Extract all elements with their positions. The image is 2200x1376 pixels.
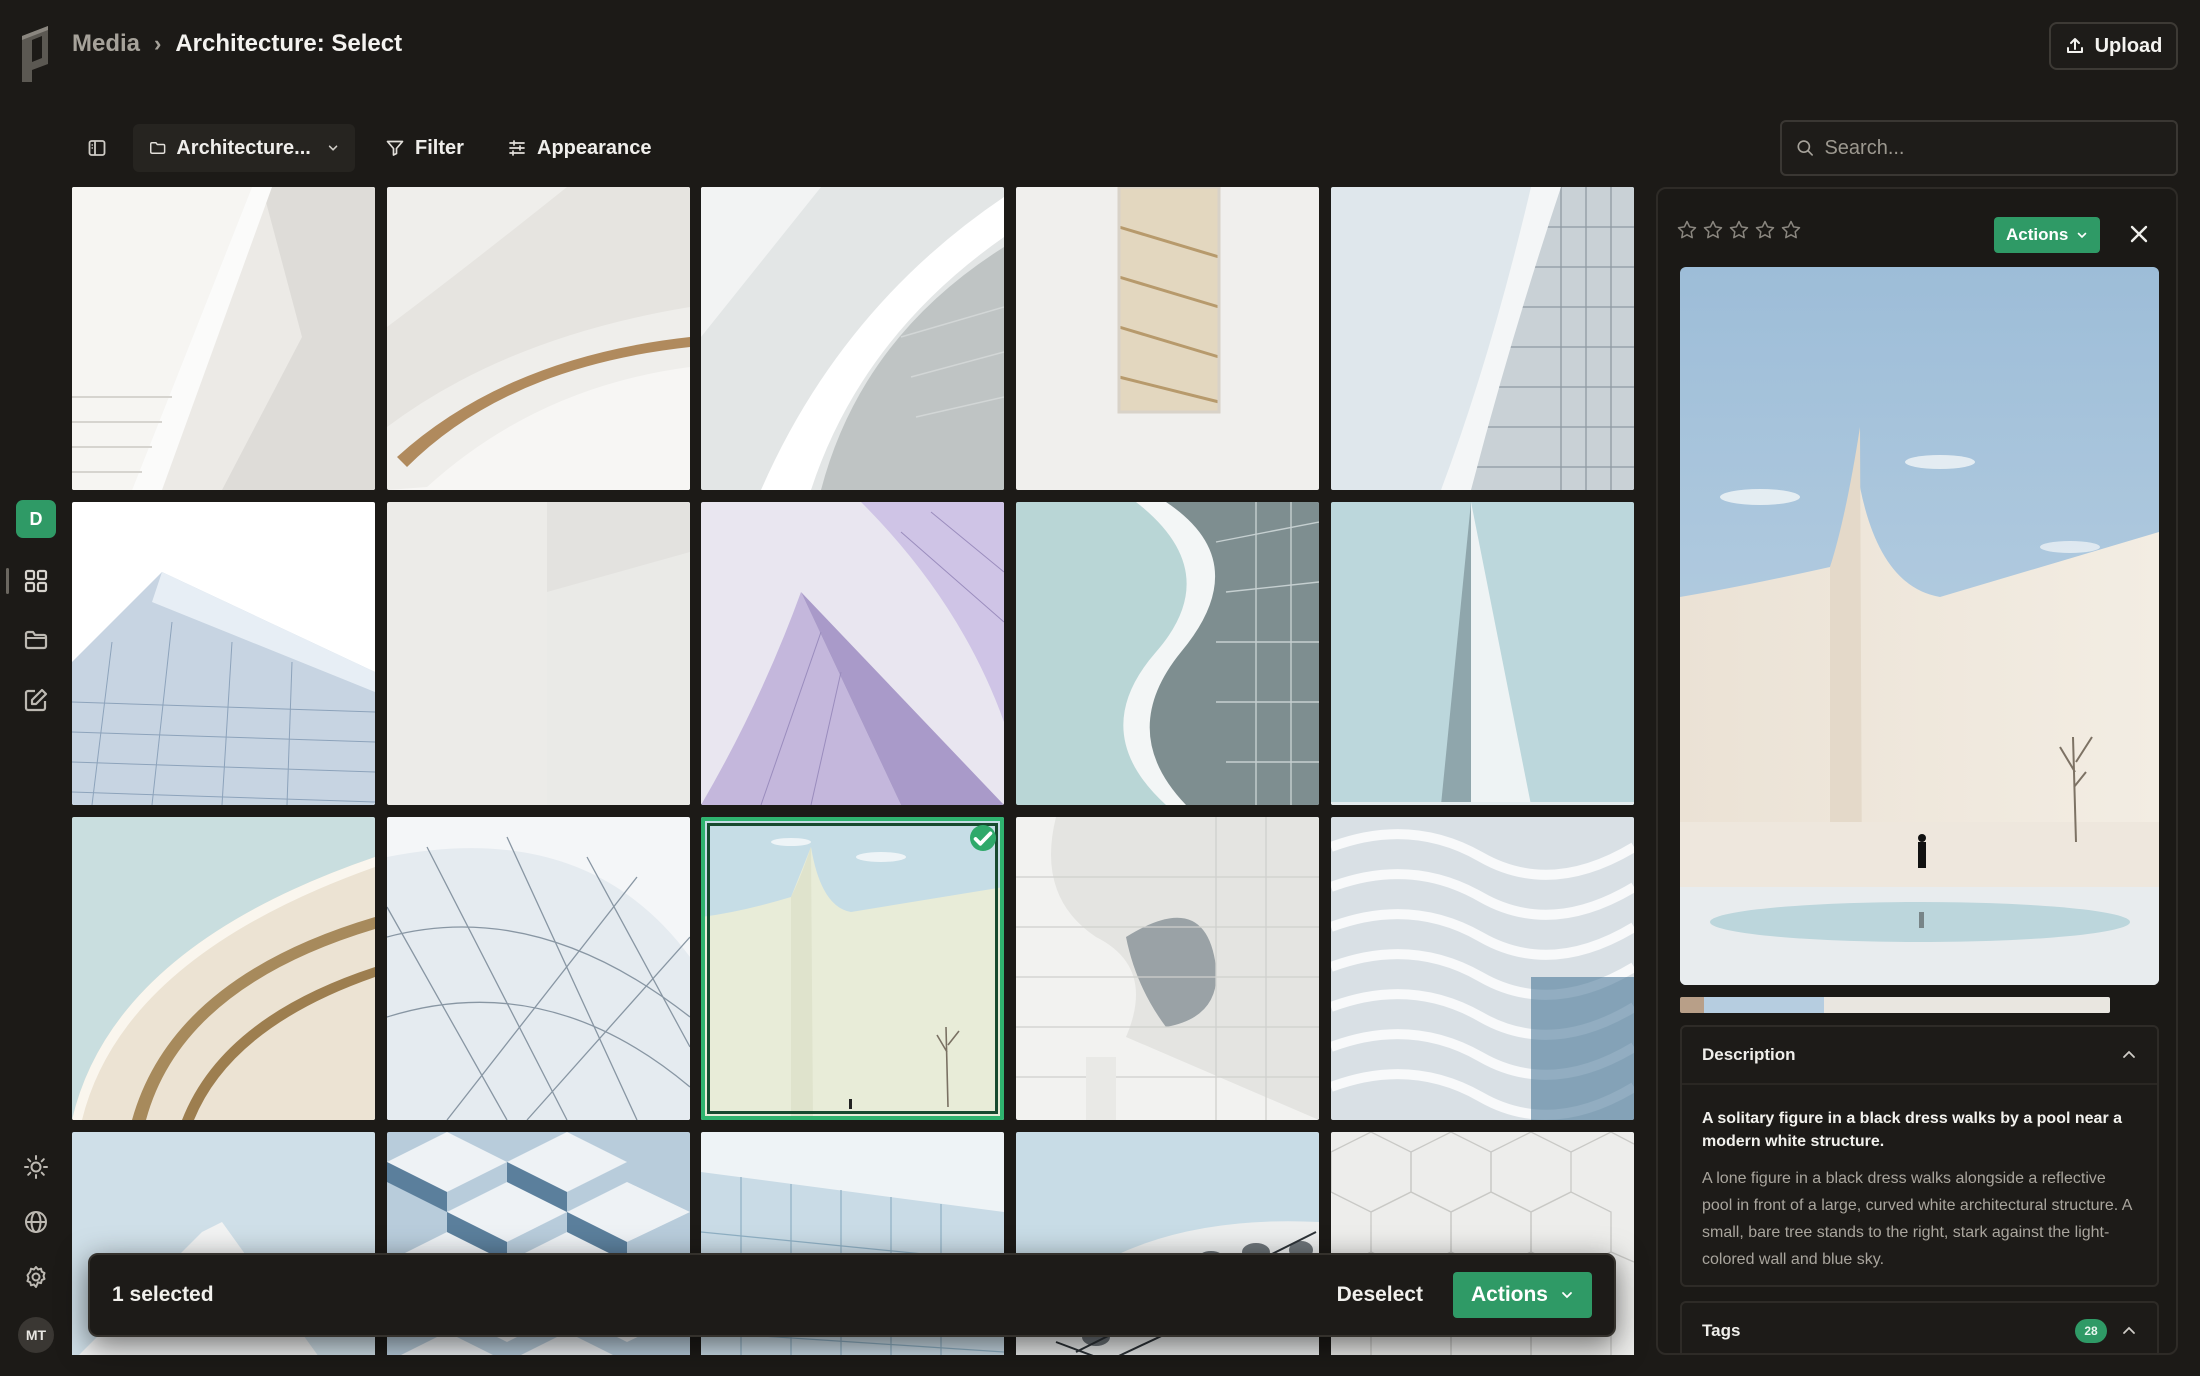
close-icon	[2130, 225, 2148, 243]
sidebar-toggle-button[interactable]	[82, 124, 112, 172]
star-icon[interactable]	[1780, 219, 1802, 246]
media-thumbnail[interactable]	[1016, 187, 1320, 490]
upload-icon	[2066, 38, 2083, 53]
sidebar-panel-icon	[88, 140, 106, 156]
folder-select[interactable]: Architecture...	[133, 124, 355, 172]
media-thumbnail[interactable]	[72, 502, 375, 805]
media-thumbnail[interactable]	[1016, 502, 1320, 805]
star-icon[interactable]	[1728, 219, 1750, 246]
search-icon	[1797, 140, 1813, 156]
panel-actions-button[interactable]: Actions	[1994, 217, 2101, 253]
search-box[interactable]	[1780, 120, 2178, 176]
color-palette	[1680, 997, 2110, 1013]
tags-section: Tags 28	[1680, 1301, 2159, 1353]
palette-swatch	[1704, 997, 1824, 1013]
user-avatar[interactable]: MT	[18, 1317, 54, 1353]
description-text: A lone figure in a black dress walks alo…	[1702, 1170, 2132, 1268]
tags-heading: Tags	[1702, 1321, 1741, 1340]
media-thumbnail[interactable]	[386, 187, 690, 490]
palette-swatch	[1824, 997, 2110, 1013]
chevron-down-icon	[1562, 1292, 1572, 1299]
appearance-button[interactable]: Appearance	[507, 124, 652, 172]
media-thumbnail[interactable]	[1330, 502, 1634, 805]
search-input[interactable]	[1824, 136, 2162, 160]
appearance-label: Appearance	[537, 136, 652, 159]
media-thumbnail[interactable]	[1330, 187, 1634, 490]
bulk-actions-button[interactable]: Actions	[1452, 1272, 1592, 1318]
description-header[interactable]: Description	[1682, 1027, 2157, 1083]
star-rating[interactable]	[1676, 219, 1802, 246]
chevron-down-icon	[328, 145, 338, 151]
selection-count: 1 selected	[112, 1283, 214, 1306]
breadcrumb-media-link[interactable]: Media	[72, 30, 140, 58]
chevron-down-icon	[2078, 232, 2087, 239]
bulk-actions-label: Actions	[1470, 1283, 1548, 1306]
checkmark-icon[interactable]	[970, 825, 997, 851]
media-grid	[72, 187, 1634, 1355]
globe-icon[interactable]	[20, 1206, 52, 1238]
description-title: A solitary figure in a black dress walks…	[1702, 1110, 2123, 1150]
theme-sun-icon[interactable]	[20, 1151, 52, 1183]
page-title: Architecture: Select	[175, 30, 403, 57]
filter-button[interactable]: Filter	[385, 124, 464, 172]
selection-bar: 1 selected Deselect Actions	[88, 1253, 1616, 1337]
breadcrumb-separator-icon: ›	[154, 31, 162, 56]
star-icon[interactable]	[1702, 219, 1724, 246]
description-body: A solitary figure in a black dress walks…	[1682, 1083, 2157, 1295]
breadcrumb: Media › Architecture: Select	[72, 30, 402, 58]
folder-icon	[149, 142, 166, 154]
image-preview[interactable]	[1680, 267, 2159, 985]
selection-outline	[707, 823, 999, 1114]
folder-select-label: Architecture...	[176, 136, 311, 159]
upload-button[interactable]: Upload	[2049, 22, 2178, 70]
close-panel-button[interactable]	[2124, 219, 2154, 249]
star-icon[interactable]	[1676, 219, 1698, 246]
sliders-icon	[509, 140, 525, 156]
media-thumbnail[interactable]	[1016, 817, 1320, 1120]
media-thumbnail[interactable]	[72, 817, 375, 1120]
description-heading: Description	[1702, 1045, 1796, 1064]
deselect-button[interactable]: Deselect	[1337, 1283, 1423, 1307]
workspace-switcher[interactable]: D	[16, 500, 56, 538]
upload-label: Upload	[2094, 34, 2163, 57]
media-thumbnail[interactable]	[701, 817, 1005, 1120]
filter-icon	[386, 140, 404, 156]
grid-icon[interactable]	[20, 565, 52, 597]
panel-actions-label: Actions	[2006, 225, 2069, 244]
filter-label: Filter	[415, 136, 464, 159]
app-logo	[22, 26, 48, 82]
edit-icon[interactable]	[20, 684, 52, 716]
tags-header[interactable]: Tags 28	[1682, 1303, 2157, 1353]
media-thumbnail[interactable]	[701, 502, 1005, 805]
folder-icon[interactable]	[20, 624, 52, 656]
chevron-up-icon	[2123, 1326, 2135, 1334]
star-icon[interactable]	[1754, 219, 1776, 246]
media-thumbnail[interactable]	[386, 817, 690, 1120]
settings-gear-icon[interactable]	[20, 1261, 52, 1293]
media-thumbnail[interactable]	[386, 502, 690, 805]
chevron-up-icon	[2123, 1050, 2135, 1058]
detail-panel: Actions Description A solitary figure in…	[1656, 187, 2178, 1355]
media-thumbnail[interactable]	[72, 187, 375, 490]
tag-count-badge: 28	[2075, 1319, 2107, 1343]
media-thumbnail[interactable]	[701, 187, 1005, 490]
active-nav-indicator	[6, 568, 9, 594]
media-thumbnail[interactable]	[1330, 817, 1634, 1120]
description-section: Description A solitary figure in a black…	[1680, 1025, 2159, 1287]
palette-swatch	[1680, 997, 1704, 1013]
